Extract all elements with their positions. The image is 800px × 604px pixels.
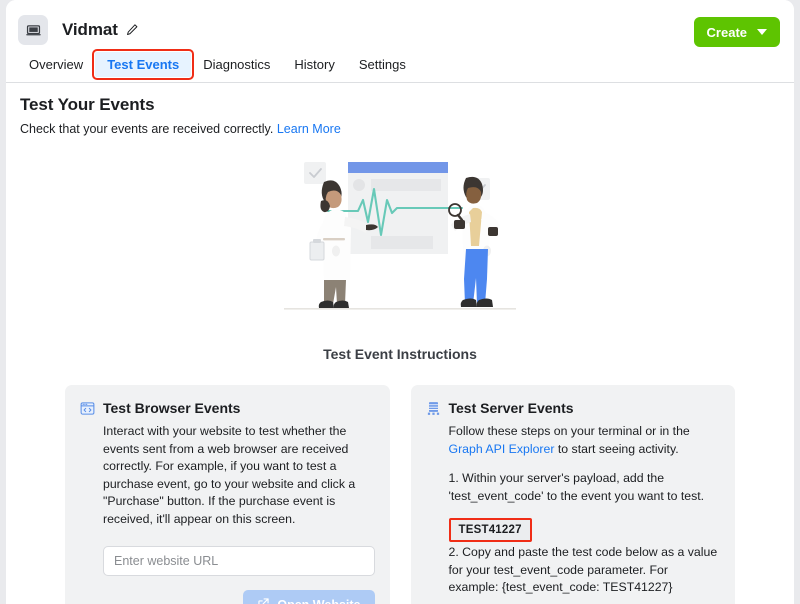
create-button-label: Create [706,24,747,40]
intro-before: Follow these steps on your terminal or i… [448,424,690,438]
card-header: Test Browser Events [80,399,375,421]
external-link-icon [257,597,270,604]
test-server-events-card: Test Server Events Follow these steps on… [410,385,735,604]
tab-settings[interactable]: Settings [347,52,418,77]
section-subtitle: Check that your events are received corr… [20,115,780,136]
create-button[interactable]: Create [693,17,780,47]
cards-row: Test Browser Events Interact with your w… [20,362,780,604]
learn-more-link[interactable]: Learn More [277,122,341,136]
graph-api-explorer-link[interactable]: Graph API Explorer [449,442,555,456]
main-content: Test Your Events Check that your events … [6,83,794,604]
server-card-step-2: 2. Copy and paste the test code below as… [448,545,718,594]
pencil-icon[interactable] [125,23,139,37]
title-row: Vidmat [6,0,794,46]
card-title: Test Browser Events [103,400,241,416]
page-card: Vidmat Create Overview Test Events Diagn… [6,0,794,604]
browser-code-icon [80,401,95,421]
tab-bar: Overview Test Events Diagnostics History… [6,46,794,82]
doctors-monitoring-vitals-illustration [284,162,516,310]
test-event-code-chip[interactable]: TEST41227 [448,518,532,542]
tab-overview[interactable]: Overview [17,52,95,77]
server-card-step-1: 1. Within your server's payload, add the… [448,471,705,503]
tab-test-events[interactable]: Test Events [92,48,195,80]
laptop-icon [18,15,48,45]
open-website-button[interactable]: Open Website [243,590,375,604]
card-body: Interact with your website to test wheth… [80,421,375,604]
chevron-down-icon [757,29,767,35]
server-card-intro: Follow these steps on your terminal or i… [449,423,721,458]
card-title: Test Server Events [448,400,574,416]
server-icon [426,401,441,421]
instructions-title: Test Event Instructions [323,346,477,362]
intro-after: to start seeing activity. [554,441,679,456]
card-body-steps: 2. Copy and paste the test code below as… [426,542,721,604]
browser-card-description: Interact with your website to test wheth… [103,424,356,526]
card-header: Test Server Events [426,399,721,421]
tab-diagnostics[interactable]: Diagnostics [191,52,282,77]
card-body: Follow these steps on your terminal or i… [426,421,721,505]
page-title-app-name: Vidmat [62,20,118,39]
illustration-wrap [20,136,780,334]
open-website-button-label: Open Website [277,598,360,604]
tab-history[interactable]: History [282,52,346,77]
website-url-input[interactable] [103,546,375,576]
test-browser-events-card: Test Browser Events Interact with your w… [65,385,390,604]
subtitle-text: Check that your events are received corr… [20,122,274,136]
page-header: Vidmat Create Overview Test Events Diagn… [6,0,794,83]
section-title: Test Your Events [20,95,155,114]
button-row: Open Website [103,590,375,604]
